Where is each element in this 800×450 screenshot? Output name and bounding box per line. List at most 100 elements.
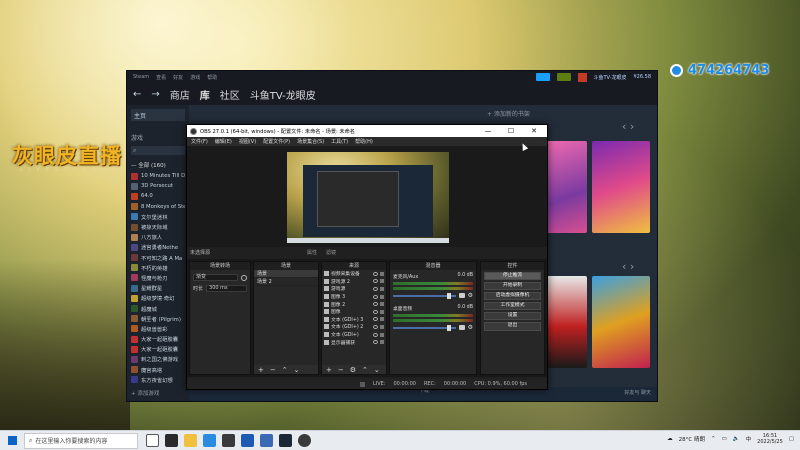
nav-community[interactable]: 社区 [220,87,240,102]
eye-icon[interactable] [373,340,378,345]
steam-menu-friends[interactable]: 好友 [173,74,183,81]
list-item[interactable]: 大家一起砸胶囊 [131,334,185,344]
volume-slider[interactable] [393,324,456,331]
library-collection-label[interactable]: 游戏 [131,133,185,142]
weather-icon[interactable]: ☁ [667,436,673,442]
list-item[interactable]: 怪魔与枪刃 [131,273,185,283]
shelf-scroll-arrows-2[interactable]: ‹ › [622,260,634,273]
list-item[interactable]: 不朽的英雄 [131,263,185,273]
maximize-icon[interactable]: ☐ [501,127,521,135]
list-item[interactable]: 64.0 [131,191,185,201]
nav-store[interactable]: 商店 [170,87,190,102]
lock-icon[interactable] [380,286,384,291]
input-method-icon[interactable]: 中 [746,435,752,443]
menu-tools[interactable]: 工具(T) [331,138,348,145]
chevron-down-icon[interactable]: ⌄ [374,366,380,374]
menu-scene-collection[interactable]: 场景集合(S) [297,138,324,145]
nav-profile[interactable]: 斗鱼TV-龙眼皮 [250,87,316,102]
properties-button[interactable]: 属性 [307,249,317,256]
speaker-icon[interactable] [458,293,465,298]
start-button[interactable] [0,431,24,450]
game-card[interactable] [592,141,650,233]
menu-view[interactable]: 视图(V) [239,138,256,145]
steam-menu-view[interactable]: 查看 [156,74,166,81]
volume-icon[interactable]: 🔈 [733,436,740,442]
menu-help[interactable]: 帮助(H) [355,138,373,145]
add-game-button[interactable]: + 添加游戏 [131,389,159,397]
eye-icon[interactable] [373,324,378,329]
gear-icon[interactable]: ⚙ [350,366,356,374]
chevron-up-icon[interactable]: ⌃ [282,366,288,374]
minimize-icon[interactable]: — [478,127,498,135]
exit-button[interactable]: 退出 [484,322,541,331]
gear-icon[interactable] [241,274,247,281]
list-item[interactable]: 文尔堡迷林 [131,212,185,222]
list-item[interactable]: 刺之国之佛游戏 [131,354,185,364]
edge-icon[interactable] [203,434,216,447]
weather-text[interactable]: 28°C 晴朗 [679,435,705,443]
library-search-input[interactable]: ⌕ [131,146,185,155]
friends-chat-button[interactable]: 好友与 聊天 [624,389,651,396]
back-arrow-icon[interactable]: ← [133,89,141,100]
steam-menu-games[interactable]: 游戏 [190,74,200,81]
lock-icon[interactable] [380,302,384,307]
remove-icon[interactable]: − [270,366,276,374]
list-item[interactable]: 超魔城 [131,303,185,313]
list-item[interactable]: 8 Monkeys of Steam [131,202,185,212]
filters-button[interactable]: 滤镜 [326,249,336,256]
start-recording-button[interactable]: 开始录制 [484,281,541,291]
source-item[interactable]: 视频采集设备 [322,270,386,278]
steam-notification-button[interactable] [556,73,571,81]
eye-icon[interactable] [373,302,378,307]
shelf-scroll-arrows[interactable]: ‹ › [622,120,634,133]
source-item[interactable]: 图像 [322,308,386,316]
eye-icon[interactable] [373,317,378,322]
close-icon[interactable]: ✕ [524,127,544,135]
source-item[interactable]: 游戏源 2 [322,278,386,286]
steam-menu-steam[interactable]: Steam [133,74,149,80]
gear-icon[interactable]: ⚙ [468,324,473,331]
eye-icon[interactable] [373,279,378,284]
chevron-down-icon[interactable]: ⌄ [294,366,300,374]
game-card[interactable] [545,141,587,233]
speaker-icon[interactable] [458,325,465,330]
taskbar-search[interactable]: ⌕ 在这里输入你要搜索的内容 [24,432,138,449]
menu-file[interactable]: 文件(F) [191,138,208,145]
start-virtual-camera-button[interactable]: 启动虚拟摄像机 [484,291,541,301]
steam-user-name[interactable]: 斗鱼TV-龙眼皮 [594,74,627,81]
list-item[interactable]: 朝圣者 (Pilgrim) [131,314,185,324]
eye-icon[interactable] [373,332,378,337]
avatar[interactable] [577,72,587,82]
lock-icon[interactable] [380,294,384,299]
add-icon[interactable]: + [258,366,264,374]
network-icon[interactable]: ▭ [722,436,727,442]
source-item[interactable]: 图像 3 [322,293,386,301]
lock-icon[interactable] [380,317,384,322]
list-item[interactable]: 大家一起砸胶囊 [131,344,185,354]
game-card[interactable] [545,276,587,368]
store-icon[interactable] [222,434,235,447]
notification-icon[interactable]: ▢ [789,436,794,442]
obs-preview-area[interactable] [187,146,547,247]
source-item[interactable]: 显示器捕获 [322,338,386,346]
file-explorer-icon[interactable] [184,434,197,447]
list-item[interactable]: 10 Minutes Till Dawn [131,171,185,181]
source-item[interactable]: 图像 2 [322,300,386,308]
source-item[interactable]: 文本 (GDI+) 2 [322,323,386,331]
source-item[interactable]: 文本 (GDI+) 3 [322,316,386,324]
volume-slider[interactable] [393,292,456,299]
add-icon[interactable]: + [326,366,332,374]
lock-icon[interactable] [380,340,384,345]
scene-item[interactable]: 场景 2 [254,278,318,286]
list-item[interactable]: 东方夜雀幻想 [131,375,185,385]
list-item[interactable]: 被掠天际域 [131,222,185,232]
eye-icon[interactable] [373,271,378,276]
taskbar-clock[interactable]: 16:51 2022/5/25 [757,433,783,445]
forward-arrow-icon[interactable]: → [151,89,159,100]
stop-streaming-button[interactable]: 停止推流 [484,271,541,281]
widgets-icon[interactable] [165,434,178,447]
library-home-button[interactable]: 主页 [131,109,185,121]
menu-profile[interactable]: 配置文件(P) [263,138,290,145]
studio-mode-button[interactable]: 工作室模式 [484,302,541,311]
preview-canvas[interactable] [287,152,449,243]
